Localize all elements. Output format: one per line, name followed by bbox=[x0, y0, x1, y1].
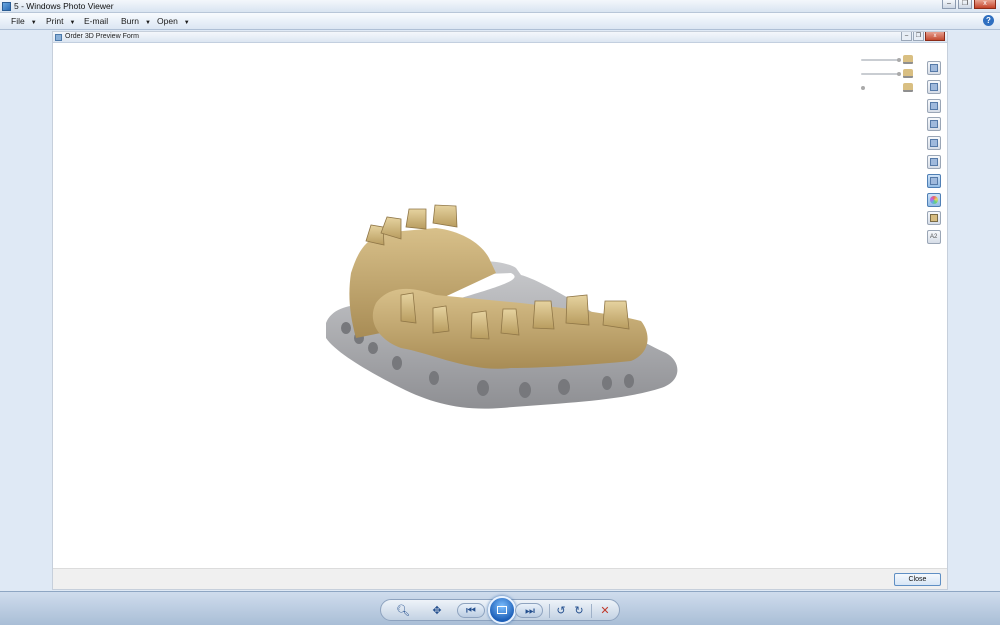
next-icon: ⏭ bbox=[525, 605, 535, 617]
delete-icon[interactable]: ✕ bbox=[597, 604, 613, 618]
view-back-icon bbox=[930, 82, 938, 91]
menu-burn[interactable]: Burn ▼ bbox=[121, 16, 151, 26]
form-close-window-button[interactable]: x bbox=[925, 32, 945, 41]
form-minimize-button[interactable]: – bbox=[901, 32, 912, 41]
chevron-down-icon: ▼ bbox=[30, 20, 37, 26]
menu-burn-label: Burn bbox=[121, 16, 139, 26]
menu-print-label: Print bbox=[46, 16, 64, 26]
close-button[interactable]: Close bbox=[894, 573, 941, 586]
view-right-icon bbox=[930, 120, 938, 129]
slider-handle[interactable] bbox=[897, 58, 901, 62]
separator bbox=[549, 604, 550, 618]
window-title: 5 - Windows Photo Viewer bbox=[14, 1, 114, 11]
previous-icon: ⏮ bbox=[466, 605, 476, 617]
form-window-controls: – ❐ x bbox=[901, 32, 945, 41]
menu-open-label: Open bbox=[157, 16, 178, 26]
chevron-down-icon: ▼ bbox=[183, 20, 190, 26]
tooth-icon bbox=[903, 55, 913, 64]
slider-handle[interactable] bbox=[897, 72, 901, 76]
playback-controls: 🔍︎ ✥ ⏮ ⏭ ↺ ↻ ✕ bbox=[380, 596, 620, 624]
tooth-model-icon bbox=[930, 214, 938, 223]
slider-track bbox=[861, 87, 901, 89]
view-toolbar: A2 bbox=[927, 61, 941, 249]
chevron-down-icon: ▼ bbox=[69, 20, 76, 26]
3d-viewport[interactable]: A2 bbox=[53, 43, 947, 570]
view-bottom-button[interactable] bbox=[927, 154, 941, 169]
view-bottom-icon bbox=[930, 157, 938, 166]
menu-email-label: E-mail bbox=[84, 16, 109, 26]
menu-bar: File ▼ Print ▼ E-mail Burn ▼ Open ▼ ? bbox=[0, 13, 1000, 30]
menu-open[interactable]: Open ▼ bbox=[157, 16, 190, 26]
slider-track bbox=[861, 73, 901, 75]
view-top-icon bbox=[930, 139, 938, 148]
slideshow-icon bbox=[497, 606, 507, 614]
photo-viewer-control-bar: 🔍︎ ✥ ⏮ ⏭ ↺ ↻ ✕ bbox=[0, 591, 1000, 625]
actual-size-icon[interactable]: ✥ bbox=[429, 604, 445, 618]
color-mode-icon bbox=[930, 195, 938, 204]
window-controls: – ❐ x bbox=[942, 0, 996, 9]
help-icon[interactable]: ? bbox=[983, 15, 994, 26]
view-top-button[interactable] bbox=[927, 136, 941, 151]
model-opacity-slider[interactable] bbox=[861, 83, 913, 93]
menu-print[interactable]: Print ▼ bbox=[46, 16, 75, 26]
slider-track bbox=[861, 59, 901, 61]
form-title: Order 3D Preview Form bbox=[65, 33, 139, 40]
form-titlebar: Order 3D Preview Form – ❐ x bbox=[53, 32, 947, 43]
view-front-icon bbox=[930, 64, 938, 72]
minimize-button[interactable]: – bbox=[942, 0, 956, 9]
menu-email[interactable]: E-mail bbox=[84, 16, 108, 26]
previous-button[interactable]: ⏮ bbox=[457, 603, 485, 618]
render-mode-icon bbox=[930, 176, 938, 185]
photo-viewer-app-icon bbox=[2, 2, 11, 11]
rotate-right-icon[interactable]: ↻ bbox=[571, 604, 587, 618]
view-left-icon bbox=[930, 101, 938, 110]
render-mode-button[interactable] bbox=[927, 173, 941, 188]
order-3d-preview-form: Order 3D Preview Form – ❐ x A2 Close bbox=[52, 31, 948, 590]
tooth-model-button[interactable] bbox=[927, 211, 941, 226]
view-right-button[interactable] bbox=[927, 117, 941, 132]
lower-jaw-opacity-slider[interactable] bbox=[861, 69, 913, 79]
form-footer: Close bbox=[53, 568, 947, 589]
close-window-button[interactable]: x bbox=[974, 0, 996, 9]
upper-jaw-opacity-slider[interactable] bbox=[861, 55, 913, 65]
chevron-down-icon: ▼ bbox=[144, 20, 151, 26]
next-button[interactable]: ⏭ bbox=[515, 603, 543, 618]
rotate-left-icon[interactable]: ↺ bbox=[553, 604, 569, 618]
slider-handle[interactable] bbox=[861, 86, 865, 90]
color-mode-button[interactable] bbox=[927, 192, 941, 207]
menu-file-label: File bbox=[11, 16, 25, 26]
view-front-button[interactable] bbox=[927, 61, 941, 75]
text-label-icon: A2 bbox=[930, 234, 938, 241]
text-label-button[interactable]: A2 bbox=[927, 230, 941, 245]
tooth-icon bbox=[903, 69, 913, 78]
zoom-icon[interactable]: 🔍︎ bbox=[395, 604, 411, 618]
dental-model-3d[interactable] bbox=[321, 203, 686, 418]
window-titlebar: 5 - Windows Photo Viewer – ❐ x bbox=[0, 0, 1000, 13]
view-back-button[interactable] bbox=[927, 79, 941, 94]
separator bbox=[591, 604, 592, 618]
menu-file[interactable]: File ▼ bbox=[11, 16, 37, 26]
view-left-button[interactable] bbox=[927, 98, 941, 113]
restore-button[interactable]: ❐ bbox=[958, 0, 972, 9]
form-restore-button[interactable]: ❐ bbox=[913, 32, 924, 41]
tooth-icon bbox=[903, 83, 913, 92]
slideshow-button[interactable] bbox=[488, 596, 516, 624]
form-icon bbox=[55, 34, 62, 41]
